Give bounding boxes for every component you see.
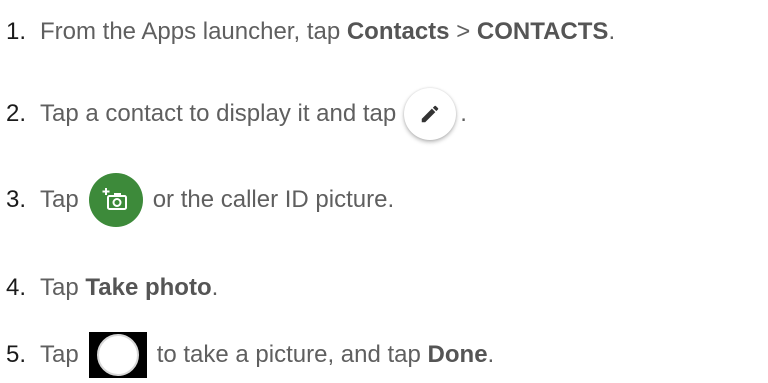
- step-text-part: Tap: [40, 186, 79, 213]
- step-text-part: >: [449, 18, 477, 45]
- step-text-part: Tap: [40, 341, 79, 368]
- step-text-part: From the Apps launcher, tap: [40, 18, 347, 45]
- camera-plus-glyph: [102, 188, 127, 210]
- step-number: 5.: [6, 341, 27, 368]
- step-text: Tap or the caller ID picture.: [40, 173, 394, 227]
- step-text-part: .: [608, 18, 616, 45]
- step-text: Tap to take a picture, and tap Done .: [40, 332, 494, 378]
- step-number: 3.: [6, 186, 27, 213]
- step-number: 2.: [6, 100, 27, 127]
- step-2: 2. Tap a contact to display it and tap .: [0, 84, 467, 144]
- step-5: 5. Tap to take a picture, and tap Done .: [0, 330, 494, 380]
- step-text-part: .: [487, 341, 495, 368]
- step-number: 4.: [6, 274, 27, 301]
- step-text-part: .: [460, 100, 467, 127]
- step-text: Tap a contact to display it and tap .: [40, 88, 467, 140]
- step-text-part: Tap a contact to display it and tap: [40, 100, 397, 127]
- step-4: 4. Tap Take photo .: [0, 268, 218, 308]
- app-name-contacts: Contacts: [346, 18, 450, 45]
- pencil-glyph: [421, 105, 439, 123]
- edit-pencil-icon[interactable]: [404, 88, 457, 140]
- step-3: 3. Tap or the caller ID picture.: [0, 170, 394, 230]
- step-text: Tap Take photo .: [40, 274, 218, 302]
- add-photo-camera-icon[interactable]: [88, 173, 143, 227]
- step-1: 1. From the Apps launcher, tap Contacts …: [0, 12, 615, 52]
- camera-shutter-icon[interactable]: [88, 332, 147, 378]
- option-take-photo: Take photo: [85, 274, 212, 301]
- step-text-part: or the caller ID picture.: [152, 186, 395, 213]
- button-name-done: Done: [427, 341, 488, 368]
- step-text-part: .: [211, 274, 219, 301]
- step-number: 1.: [6, 18, 27, 45]
- shutter-ring: [96, 334, 139, 376]
- tab-name-contacts: CONTACTS: [476, 18, 609, 45]
- step-text: From the Apps launcher, tap Contacts > C…: [40, 18, 615, 46]
- step-text-part: to take a picture, and tap: [156, 341, 428, 368]
- step-text-part: Tap: [40, 274, 86, 301]
